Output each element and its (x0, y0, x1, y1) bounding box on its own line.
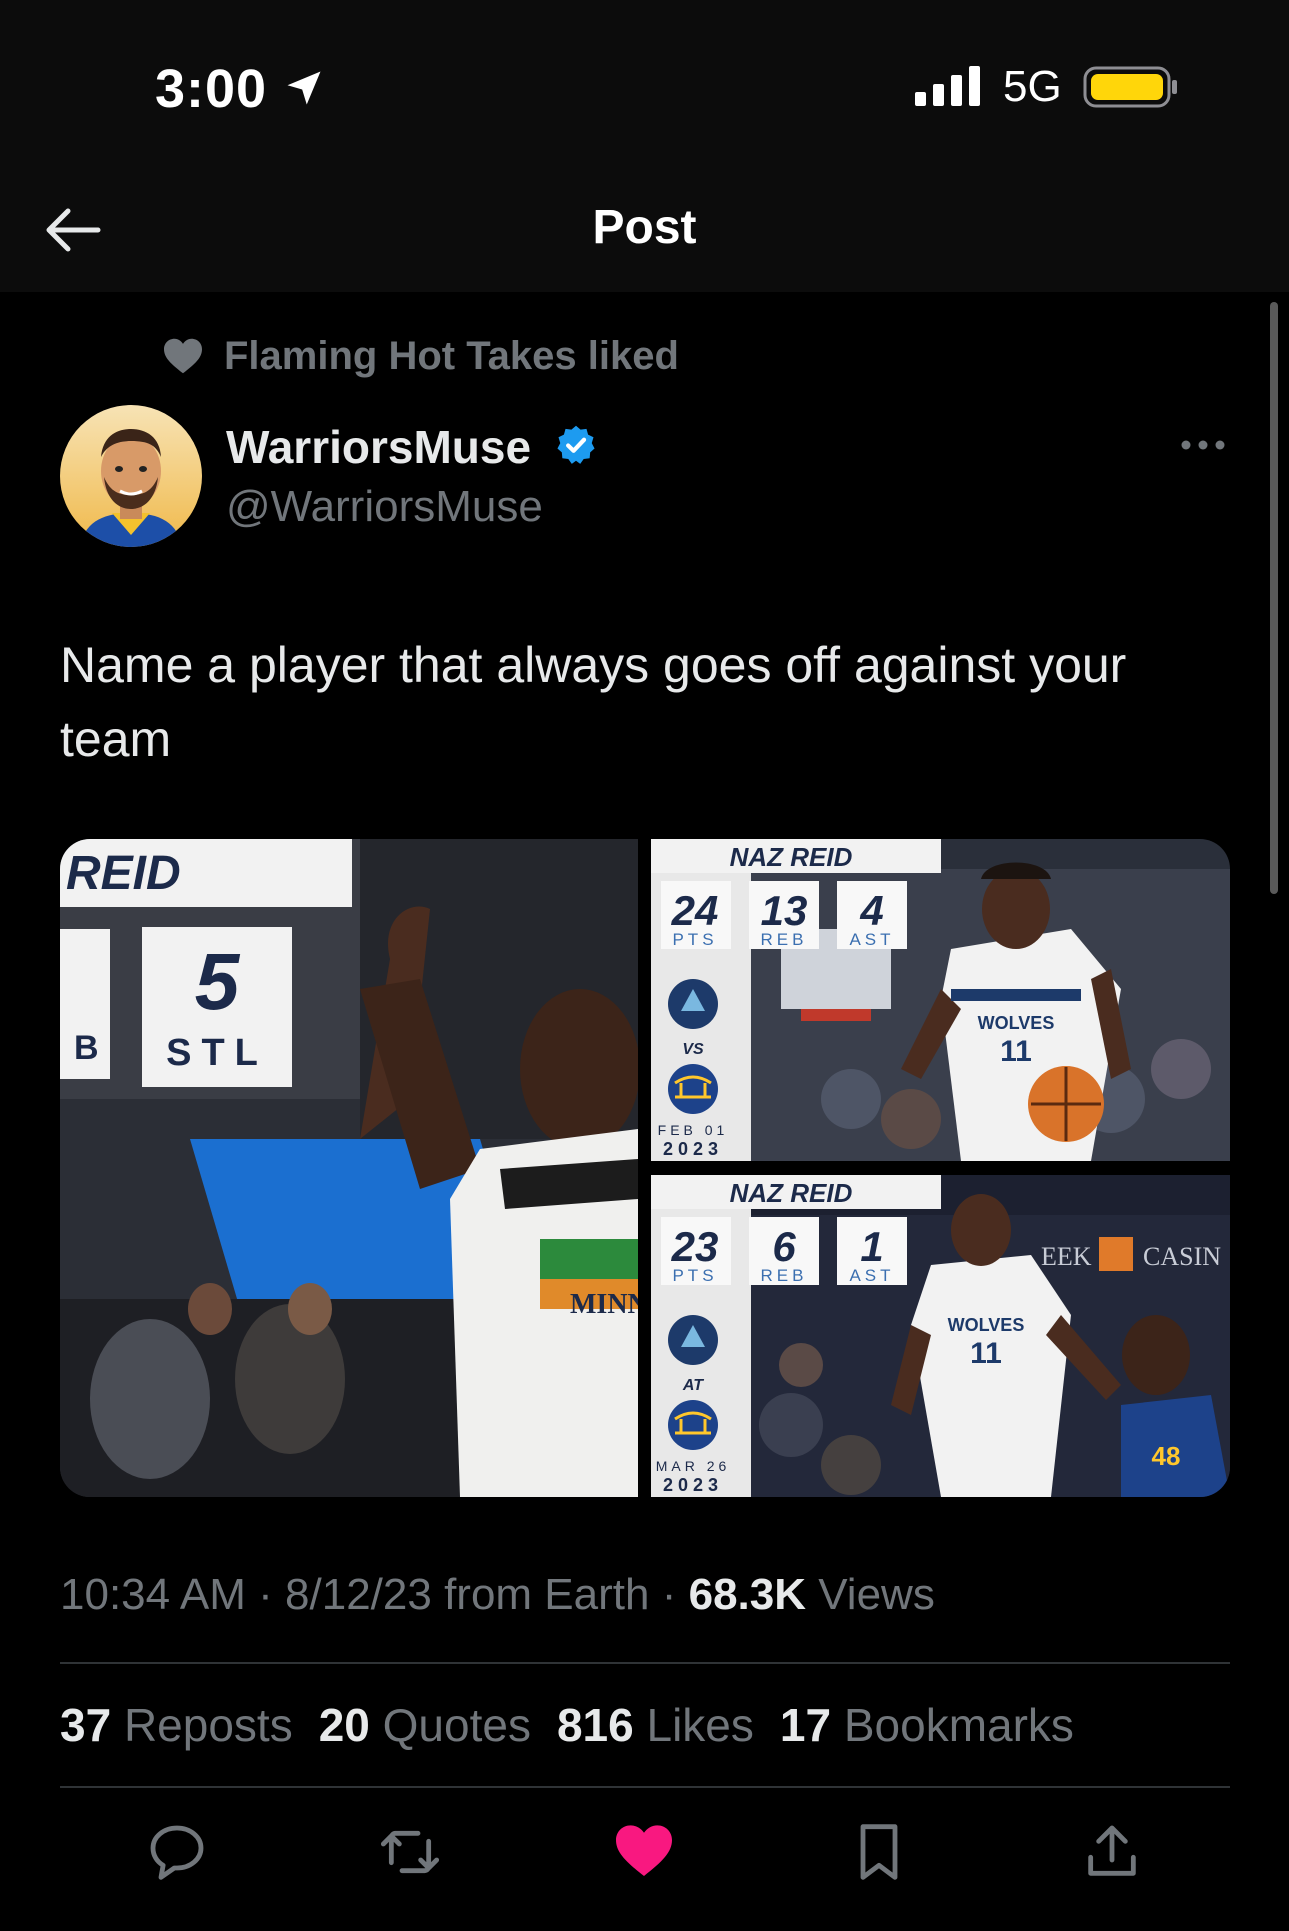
br-background-sign: EEK (1041, 1242, 1092, 1271)
views-label: Views (818, 1570, 935, 1619)
left-jersey-text: MINN (570, 1289, 638, 1320)
post-date[interactable]: 8/12/23 (285, 1570, 432, 1619)
bookmarks-label: Bookmarks (843, 1699, 1074, 1751)
br-date-line1: MAR 26 (656, 1458, 731, 1474)
likes-stat[interactable]: 816 Likes (557, 1698, 754, 1752)
post-source: from Earth (444, 1570, 650, 1619)
divider (60, 1662, 1230, 1664)
svg-text:48: 48 (1152, 1441, 1181, 1471)
tr-date-line2: 2023 (663, 1139, 723, 1159)
br-stat-3-value: 1 (860, 1223, 883, 1270)
tr-stat-2-value: 13 (761, 887, 808, 934)
left-stat-value: 5 (195, 937, 241, 1026)
br-connector: AT (682, 1377, 704, 1394)
views-count: 68.3K (688, 1570, 807, 1619)
reposts-label: Reposts (123, 1699, 293, 1751)
tr-stat-2-label: REB (761, 930, 808, 949)
tr-stat-3-label: AST (849, 930, 894, 949)
br-player: NAZ REID (730, 1178, 853, 1208)
tr-stat-3-value: 4 (859, 887, 883, 934)
location-arrow-icon (287, 71, 321, 105)
author-display-name[interactable]: WarriorsMuse (226, 420, 531, 474)
br-stat-1-label: PTS (672, 1266, 717, 1285)
engagement-stats: 37 Reposts 20 Quotes 816 Likes 17 Bookma… (60, 1698, 1100, 1752)
meta-separator: · (258, 1570, 273, 1619)
quotes-count: 20 (318, 1699, 370, 1751)
br-date-line2: 2023 (663, 1475, 723, 1495)
page-title: Post (592, 201, 697, 254)
bookmarks-stat[interactable]: 17 Bookmarks (780, 1698, 1074, 1752)
heart-icon (164, 338, 202, 374)
br-number: 11 (970, 1337, 1002, 1370)
post-media-grid: REID B 5 STL MINN WOLVES 11 NAZ REID 24 (60, 839, 1230, 1497)
br-stat-2-label: REB (761, 1266, 808, 1285)
quotes-label: Quotes (382, 1699, 531, 1751)
author-handle[interactable]: @WarriorsMuse (226, 482, 543, 532)
left-partial-label: B (74, 1029, 99, 1067)
bookmark-icon[interactable] (847, 1820, 911, 1884)
social-context-text: Flaming Hot Takes liked (224, 333, 679, 378)
action-bar (0, 1820, 1289, 1890)
post-text: Name a player that always goes off again… (60, 637, 1127, 767)
br-stat-3-label: AST (849, 1266, 894, 1285)
tr-number: 11 (1000, 1035, 1032, 1068)
share-icon[interactable] (1080, 1820, 1144, 1884)
br-stat-1-value: 23 (671, 1223, 719, 1270)
post-metadata: 10:34 AM · 8/12/23 from Earth · 68.3K Vi… (60, 1570, 935, 1620)
likes-label: Likes (646, 1699, 754, 1751)
br-jersey: WOLVES (948, 1315, 1025, 1335)
tr-jersey: WOLVES (978, 1013, 1055, 1033)
tr-stat-1-label: PTS (672, 930, 717, 949)
avatar[interactable] (60, 405, 202, 547)
post-time: 10:34 AM (60, 1570, 246, 1619)
status-time: 3:00 (155, 59, 268, 119)
status-bar: 3:00 5G (0, 0, 1289, 170)
battery-icon (1083, 66, 1177, 108)
br-background-sign-2: CASIN (1143, 1242, 1221, 1271)
reposts-count: 37 (60, 1699, 112, 1751)
divider (60, 1786, 1230, 1788)
likes-count: 816 (556, 1699, 634, 1751)
br-stat-2-value: 6 (772, 1223, 796, 1270)
like-icon[interactable] (612, 1820, 676, 1884)
left-stat-label: STL (166, 1032, 268, 1074)
signal-icon (915, 66, 980, 106)
meta-separator: · (661, 1570, 677, 1619)
more-icon[interactable] (1180, 430, 1226, 460)
tr-connector: VS (682, 1041, 704, 1058)
reply-icon[interactable] (145, 1820, 209, 1884)
tr-player: NAZ REID (730, 842, 853, 872)
scrollbar[interactable] (1270, 302, 1278, 894)
bookmarks-count: 17 (779, 1699, 832, 1751)
tr-date-line1: FEB 01 (658, 1122, 729, 1138)
reposts-stat[interactable]: 37 Reposts (60, 1698, 293, 1752)
repost-icon[interactable] (378, 1820, 442, 1884)
tr-stat-1-value: 24 (671, 887, 719, 934)
verified-badge-icon[interactable] (555, 424, 597, 466)
media-image-left[interactable]: REID B 5 STL MINN (60, 839, 638, 1497)
avatar-illustration (80, 429, 182, 547)
media-image-top-right[interactable]: WOLVES 11 NAZ REID 24 13 4 PTS REB AST V… (651, 839, 1230, 1161)
left-name-banner: REID (66, 847, 181, 900)
nav-header: Post (0, 170, 1289, 292)
network-type: 5G (1003, 62, 1062, 111)
social-context[interactable]: Flaming Hot Takes liked (162, 328, 679, 384)
quotes-stat[interactable]: 20 Quotes (319, 1698, 531, 1752)
media-image-bottom-right[interactable]: EEK CASIN 48 WOLVES 11 NAZ REID 23 6 1 P… (651, 1175, 1230, 1497)
